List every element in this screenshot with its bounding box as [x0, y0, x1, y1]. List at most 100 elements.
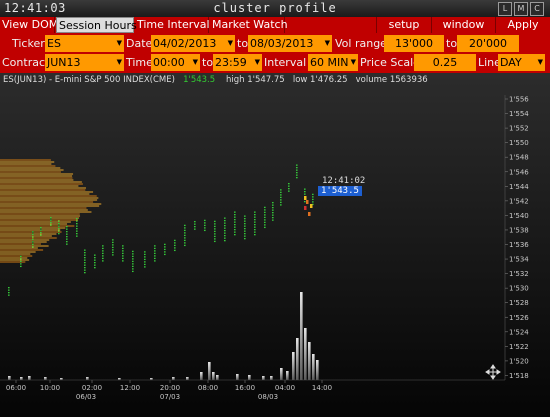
contract-select[interactable]: JUN13 ▼: [45, 54, 124, 71]
price-tick: [194, 228, 196, 230]
current-time-tag: 12:41:02: [322, 176, 366, 186]
y-tick-label: 1'538: [509, 226, 529, 234]
price-tick: [144, 251, 146, 253]
price-tick: [76, 218, 78, 220]
y-tick-label: 1'556: [509, 96, 529, 104]
y-tick-label: 1'520: [509, 357, 529, 365]
chart-info: ES(JUN13) - E-mini S&P 500 INDEX(CME) 1'…: [3, 75, 428, 85]
chevron-down-icon: ▼: [116, 58, 122, 66]
price-tick: [194, 226, 196, 228]
price-tick: [76, 230, 78, 232]
price-tick: [280, 201, 282, 204]
chart-background: [0, 73, 550, 417]
cluster-cell: [304, 206, 307, 210]
price-tick: [66, 243, 68, 245]
vol-to-input[interactable]: 20'000: [457, 35, 519, 52]
price-tick: [234, 226, 236, 228]
price-tick: [8, 289, 10, 291]
price-tick: [84, 262, 86, 264]
time-to-select[interactable]: 23:59 ▼: [213, 54, 262, 71]
price-tick: [174, 242, 176, 244]
price-tick: [184, 237, 186, 239]
price-tick: [244, 233, 246, 235]
date-to-select[interactable]: 08/03/2013 ▼: [248, 35, 332, 52]
menu-setup[interactable]: setup: [376, 17, 432, 33]
price-tick: [254, 226, 256, 228]
price-tick: [102, 252, 104, 255]
price-tick: [84, 269, 86, 271]
volume-bar: [286, 371, 289, 380]
price-tick: [184, 229, 186, 232]
time-from-select[interactable]: 00:00 ▼: [151, 54, 200, 71]
window-button-l[interactable]: L: [498, 2, 512, 16]
price-tick: [66, 231, 68, 233]
volume-bar: [236, 374, 239, 380]
price-tick: [254, 214, 256, 216]
date-label: 07/03: [160, 393, 180, 401]
price-tick: [132, 263, 134, 265]
menu-session-hours[interactable]: Session Hours: [56, 17, 137, 33]
price-tick: [144, 263, 146, 266]
price-tick: [214, 235, 216, 238]
price-tick: [154, 247, 156, 250]
price-tick: [280, 189, 282, 191]
price-tick: [254, 211, 256, 213]
menu-market-watch[interactable]: Market Watch: [210, 17, 288, 33]
date-from-select[interactable]: 04/02/2013 ▼: [151, 35, 235, 52]
chevron-down-icon: ▼: [350, 58, 356, 66]
price-tick: [66, 236, 68, 238]
price-tick: [20, 255, 22, 258]
price-tick: [40, 229, 42, 231]
price-tick: [312, 193, 314, 196]
price-tick: [58, 223, 60, 225]
price-tick: [58, 230, 60, 232]
ticker-label: Ticker: [12, 37, 45, 50]
volume-bar: [20, 377, 23, 380]
price-tick: [164, 251, 166, 253]
contract-value: JUN13: [47, 56, 81, 69]
vol-from-input[interactable]: 13'000: [384, 35, 444, 52]
price-tick: [94, 267, 96, 269]
volume-value: volume 1563936: [355, 75, 428, 85]
y-tick-label: 1'536: [509, 241, 529, 249]
interval-select[interactable]: 60 MIN ▼: [308, 54, 358, 71]
y-tick-label: 1'526: [509, 314, 529, 322]
price-tick: [58, 225, 60, 227]
menu-window[interactable]: window: [432, 17, 496, 33]
cluster-chart[interactable]: 1'556 1'554 1'552 1'550 1'548 1'546 1'544 1'542…: [0, 73, 550, 417]
price-tick: [76, 225, 78, 227]
price-tick: [66, 233, 68, 235]
price-tick: [122, 257, 124, 260]
price-tick: [204, 219, 206, 222]
price-tick: [224, 217, 226, 219]
price-tick: [214, 230, 216, 233]
price-tick: [112, 239, 114, 241]
price-tick: [272, 204, 274, 206]
price-tick: [20, 265, 22, 268]
price-tick: [296, 167, 298, 169]
price-scale-input[interactable]: 0.25: [414, 54, 476, 71]
price-tick: [112, 249, 114, 251]
line-value: DAY: [500, 56, 522, 69]
window-button-c[interactable]: C: [530, 2, 544, 16]
menu-time-interval[interactable]: Time Interval: [135, 17, 210, 33]
price-tick: [102, 255, 104, 257]
ticker-select[interactable]: ES ▼: [45, 35, 124, 52]
apply-button[interactable]: Apply: [496, 17, 550, 33]
volume-bar: [28, 376, 31, 380]
cluster-cell: [304, 196, 307, 200]
price-tick: [122, 250, 124, 252]
price-tick: [154, 260, 156, 262]
price-tick: [174, 239, 176, 242]
price-tick: [50, 219, 52, 221]
price-tick: [288, 183, 290, 185]
price-tick: [84, 267, 86, 269]
line-select[interactable]: DAY ▼: [498, 54, 545, 71]
price-tick: [132, 265, 134, 268]
price-tick: [32, 238, 34, 241]
price-tick: [234, 231, 236, 233]
date-to-value: 08/03/2013: [250, 37, 314, 50]
menu-view-dom[interactable]: View DOM: [0, 17, 58, 33]
price-tick: [122, 260, 124, 262]
window-button-m[interactable]: M: [514, 2, 528, 16]
